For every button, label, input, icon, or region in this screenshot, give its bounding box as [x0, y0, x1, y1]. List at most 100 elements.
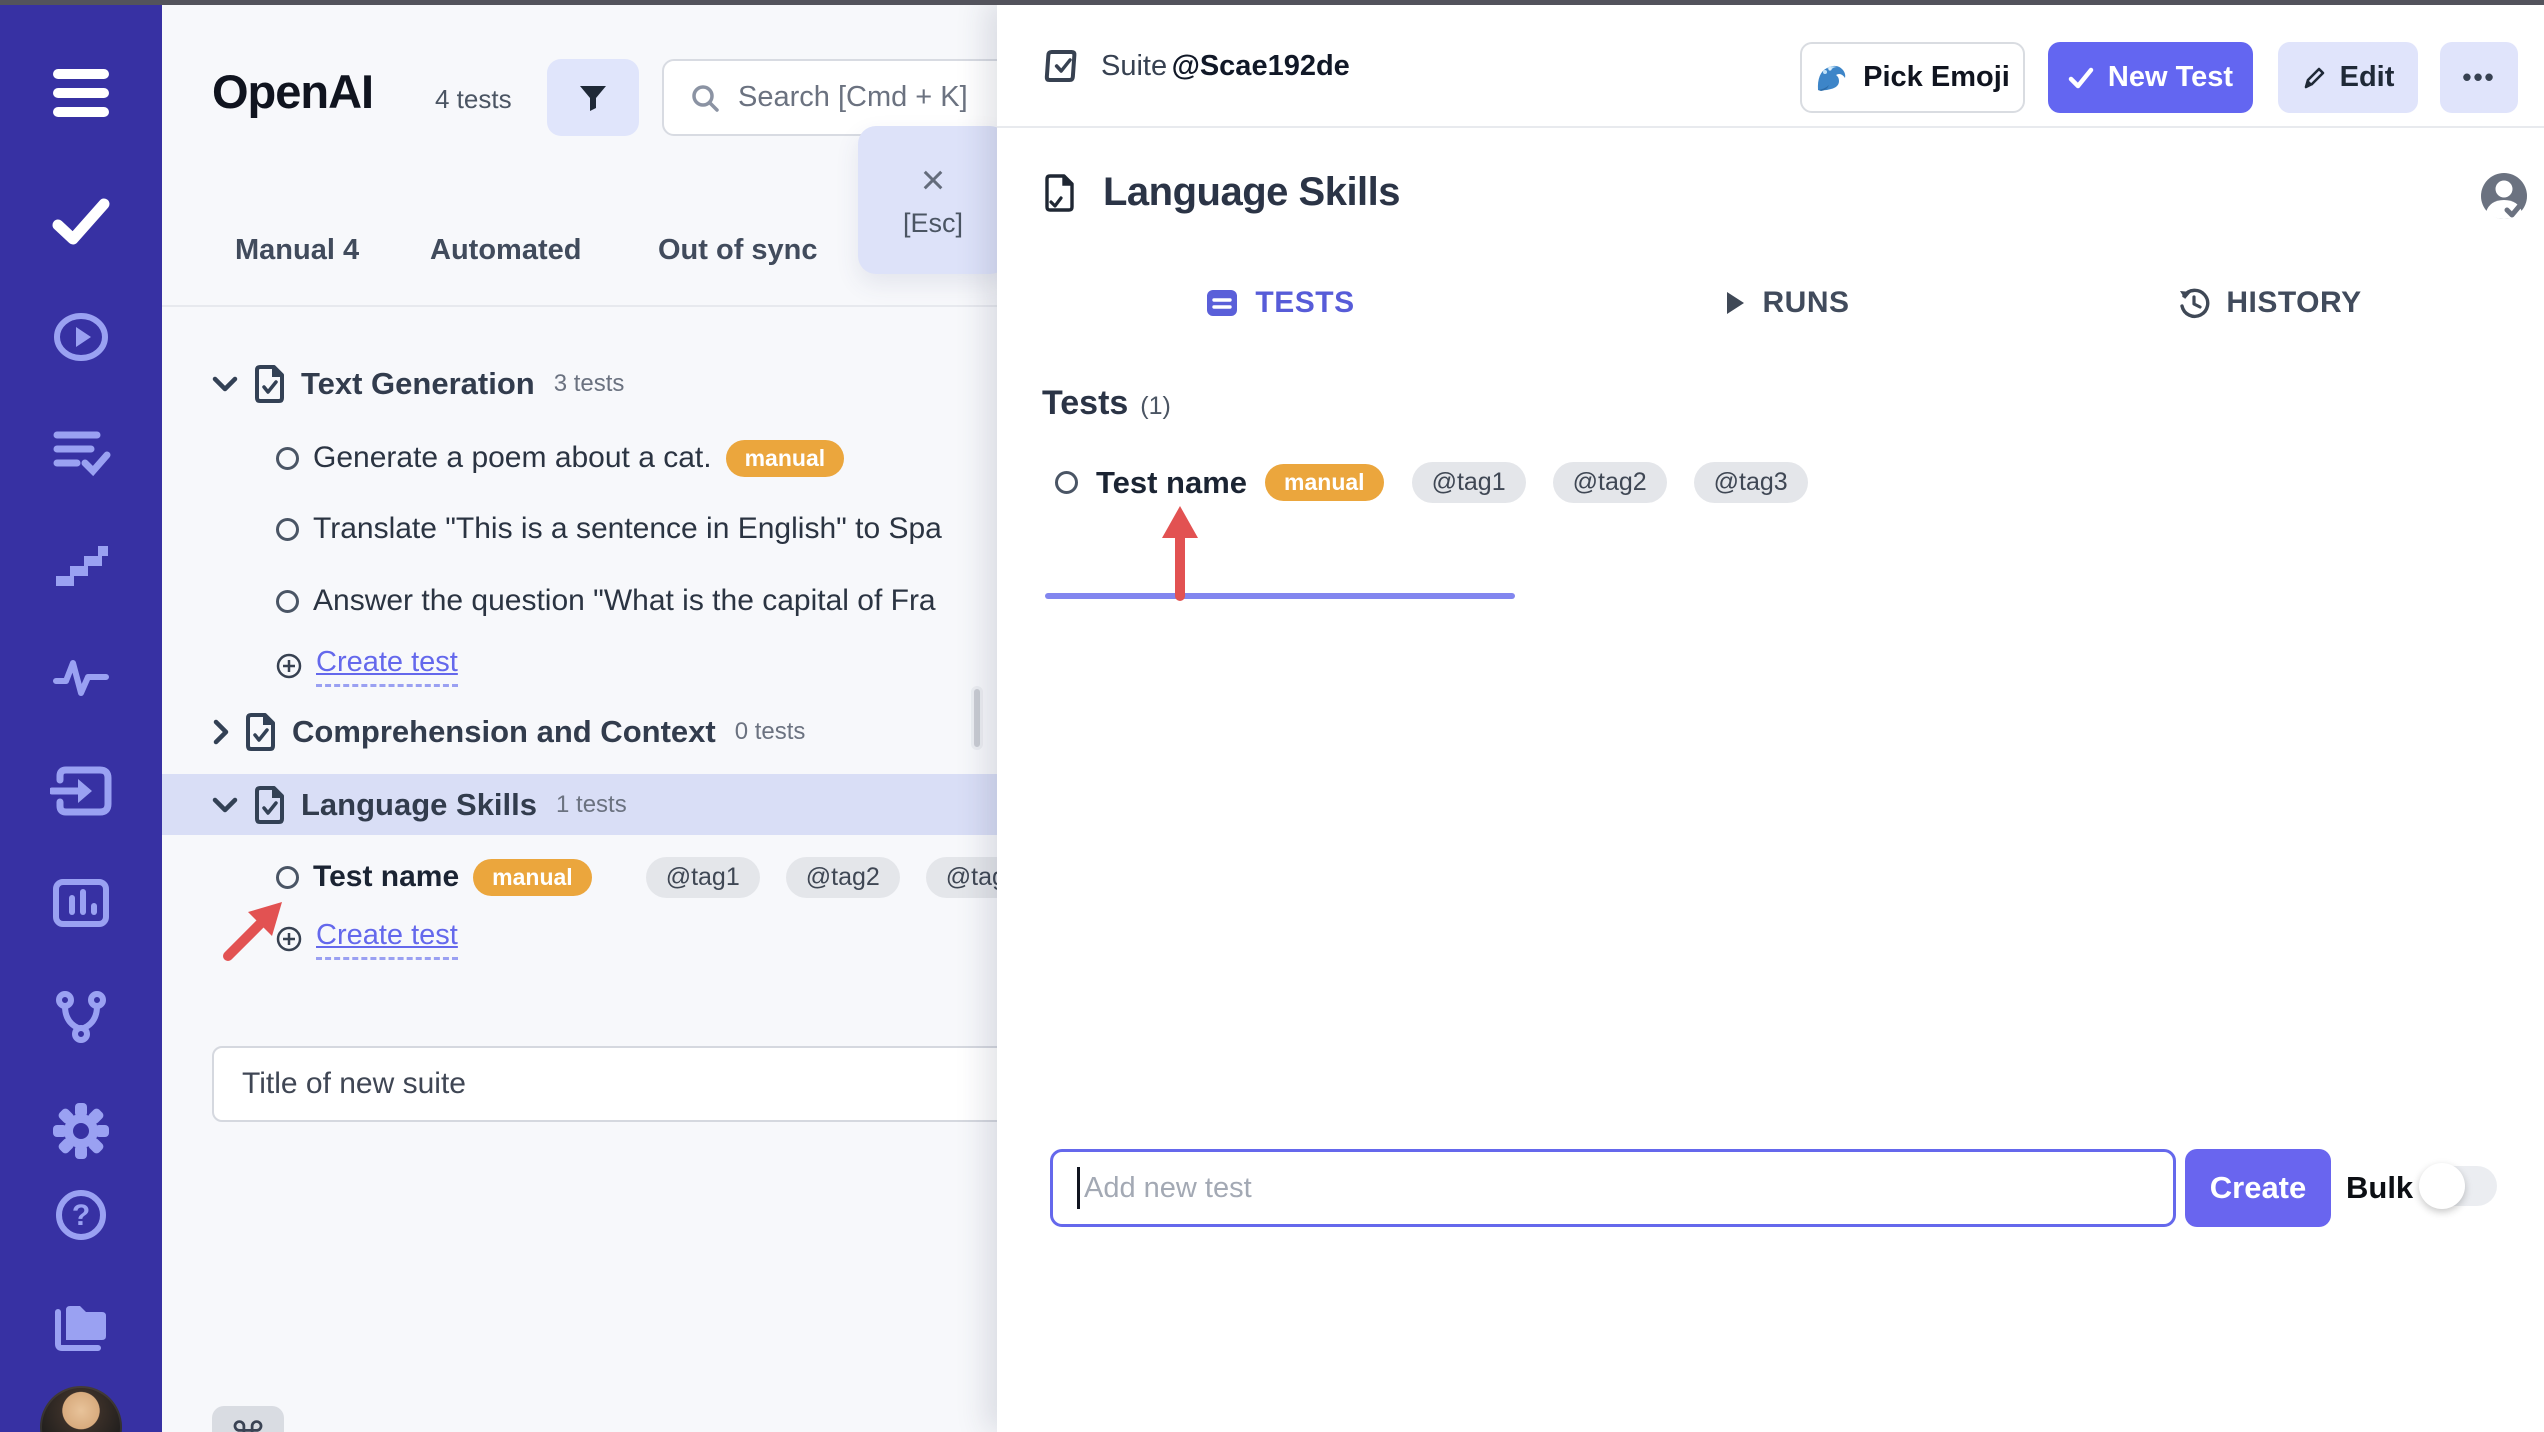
esc-shortcut-label: [Esc]: [902, 207, 963, 238]
suite-test-count: 1 tests: [556, 791, 627, 818]
test-row[interactable]: Generate a poem about a cat. manual: [276, 432, 845, 484]
new-suite-title-input[interactable]: Title of new suite: [212, 1046, 1112, 1122]
create-label: Create: [2209, 1170, 2307, 1205]
create-test-link[interactable]: Create test: [316, 919, 458, 960]
edit-button[interactable]: Edit: [2278, 42, 2418, 113]
sidebar-item-import[interactable]: [0, 760, 162, 822]
ellipsis-icon: •••: [2462, 62, 2496, 92]
create-test-link[interactable]: Create test: [316, 646, 458, 687]
history-clock-icon: [2180, 288, 2210, 318]
tag-badge: @tag1: [645, 856, 760, 898]
test-status-icon: [276, 589, 299, 613]
sidebar-item-branches[interactable]: [0, 986, 162, 1048]
sidebar-item-help[interactable]: ?: [0, 1184, 162, 1246]
sidebar-item-settings[interactable]: [0, 1100, 162, 1162]
suite-detail-panel: Suite @Scae192de Pick Emoji New Test Edi…: [997, 0, 2544, 1432]
tab-history[interactable]: HISTORY: [2035, 260, 2505, 345]
tag-badge: @tag1: [1411, 462, 1526, 503]
tests-section-count: (1): [1140, 392, 1171, 420]
new-test-button[interactable]: New Test: [2048, 42, 2253, 113]
test-name: Test name: [313, 860, 460, 893]
sidebar-item-reports[interactable]: [0, 872, 162, 934]
suite-check-square-icon: [1044, 50, 1077, 82]
sidebar-item-tests[interactable]: [0, 190, 162, 252]
create-test-row[interactable]: Create test: [276, 913, 458, 965]
play-icon: [1727, 291, 1745, 314]
suite-name: Comprehension and Context: [292, 714, 716, 749]
add-test-placeholder: Add new test: [1084, 1171, 1252, 1204]
total-tests-count: 4 tests: [435, 84, 512, 114]
menu-button[interactable]: [0, 62, 162, 124]
file-check-icon: [255, 786, 284, 824]
help-icon: ?: [56, 1190, 106, 1240]
annotation-arrow-up: [1162, 506, 1198, 601]
chevron-down-icon[interactable]: [212, 797, 238, 814]
command-shortcut-badge[interactable]: ⌘: [212, 1406, 284, 1432]
check-icon: [2068, 67, 2094, 88]
tab-runs[interactable]: RUNS: [1552, 260, 2022, 345]
pick-emoji-label: Pick Emoji: [1863, 61, 2010, 93]
create-button[interactable]: Create: [2185, 1149, 2331, 1227]
add-test-input[interactable]: Add new test: [1050, 1149, 2176, 1227]
test-row-test-name[interactable]: Test name manual @tag1 @tag2 @tag3: [276, 851, 1040, 903]
tab-out-of-sync[interactable]: Out of sync: [658, 234, 818, 267]
tab-runs-label: RUNS: [1762, 285, 1850, 319]
test-name: Answer the question "What is the capital…: [313, 584, 936, 617]
sidebar-item-files[interactable]: [0, 1294, 162, 1356]
create-test-row[interactable]: Create test: [276, 640, 458, 692]
tab-tests-label: TESTS: [1255, 285, 1355, 319]
app-sidebar: ?: [0, 0, 162, 1432]
user-avatar[interactable]: [0, 1382, 162, 1432]
list-check-icon: [53, 431, 111, 477]
suite-test-count: 3 tests: [553, 370, 625, 397]
suite-name: Text Generation: [301, 366, 535, 401]
test-status-icon: [276, 446, 299, 470]
pick-emoji-button[interactable]: Pick Emoji: [1800, 42, 2025, 113]
filter-button[interactable]: [547, 59, 639, 136]
command-icon: ⌘: [229, 1414, 267, 1432]
activity-pulse-icon: [53, 660, 109, 696]
bulk-toggle[interactable]: [2419, 1163, 2497, 1209]
test-status-icon: [1055, 471, 1078, 494]
tests-list-icon: [1207, 289, 1238, 316]
sidebar-item-results[interactable]: [0, 420, 162, 482]
close-search-popup[interactable]: × [Esc]: [858, 126, 1008, 274]
text-caret: [1077, 1167, 1080, 1209]
tab-history-label: HISTORY: [2226, 285, 2362, 319]
chevron-down-icon[interactable]: [212, 376, 238, 393]
sidebar-item-activity[interactable]: [0, 646, 162, 708]
tag-badge: @tag2: [1552, 462, 1667, 503]
sidebar-item-runs[interactable]: [0, 306, 162, 368]
annotation-arrow-left: [223, 902, 282, 961]
manual-badge: manual: [725, 439, 845, 477]
test-row[interactable]: Translate "This is a sentence in English…: [276, 503, 942, 555]
suite-row-text-generation[interactable]: Text Generation 3 tests: [212, 356, 624, 412]
test-status-icon: [276, 865, 299, 889]
close-icon[interactable]: ×: [921, 158, 946, 200]
test-name: Translate "This is a sentence in English…: [313, 512, 942, 545]
filter-funnel-icon: [580, 85, 606, 111]
suite-row-language-skills[interactable]: Language Skills 1 tests: [212, 777, 627, 833]
tab-manual[interactable]: Manual 4: [235, 234, 359, 267]
sidebar-item-steps[interactable]: [0, 534, 162, 596]
file-check-icon: [1045, 173, 1074, 212]
new-suite-placeholder: Title of new suite: [242, 1067, 466, 1100]
suite-row-comprehension[interactable]: Comprehension and Context 0 tests: [212, 704, 805, 760]
tab-tests[interactable]: TESTS: [1045, 260, 1515, 345]
chevron-right-icon[interactable]: [212, 719, 229, 745]
check-icon: [52, 198, 110, 245]
test-row-main[interactable]: Test name manual @tag1 @tag2 @tag3: [1055, 462, 1808, 503]
suite-owner-avatar[interactable]: [2480, 172, 2528, 220]
more-options-button[interactable]: •••: [2440, 42, 2518, 113]
app-logo: OpenAI: [212, 65, 374, 118]
suites-panel: OpenAI 4 tests Search [Cmd + K] Manual 4…: [162, 0, 1222, 1432]
stairs-icon: [56, 546, 108, 586]
window-top-edge: [0, 0, 2544, 5]
manual-badge: manual: [1265, 464, 1384, 501]
suite-detail-header: Suite @Scae192de Pick Emoji New Test Edi…: [997, 0, 2544, 128]
test-row[interactable]: Answer the question "What is the capital…: [276, 575, 936, 627]
suite-title: Language Skills: [1103, 170, 1401, 214]
svg-text:?: ?: [72, 1199, 90, 1232]
scrollbar-thumb[interactable]: [971, 686, 983, 750]
tab-automated[interactable]: Automated: [430, 234, 581, 267]
